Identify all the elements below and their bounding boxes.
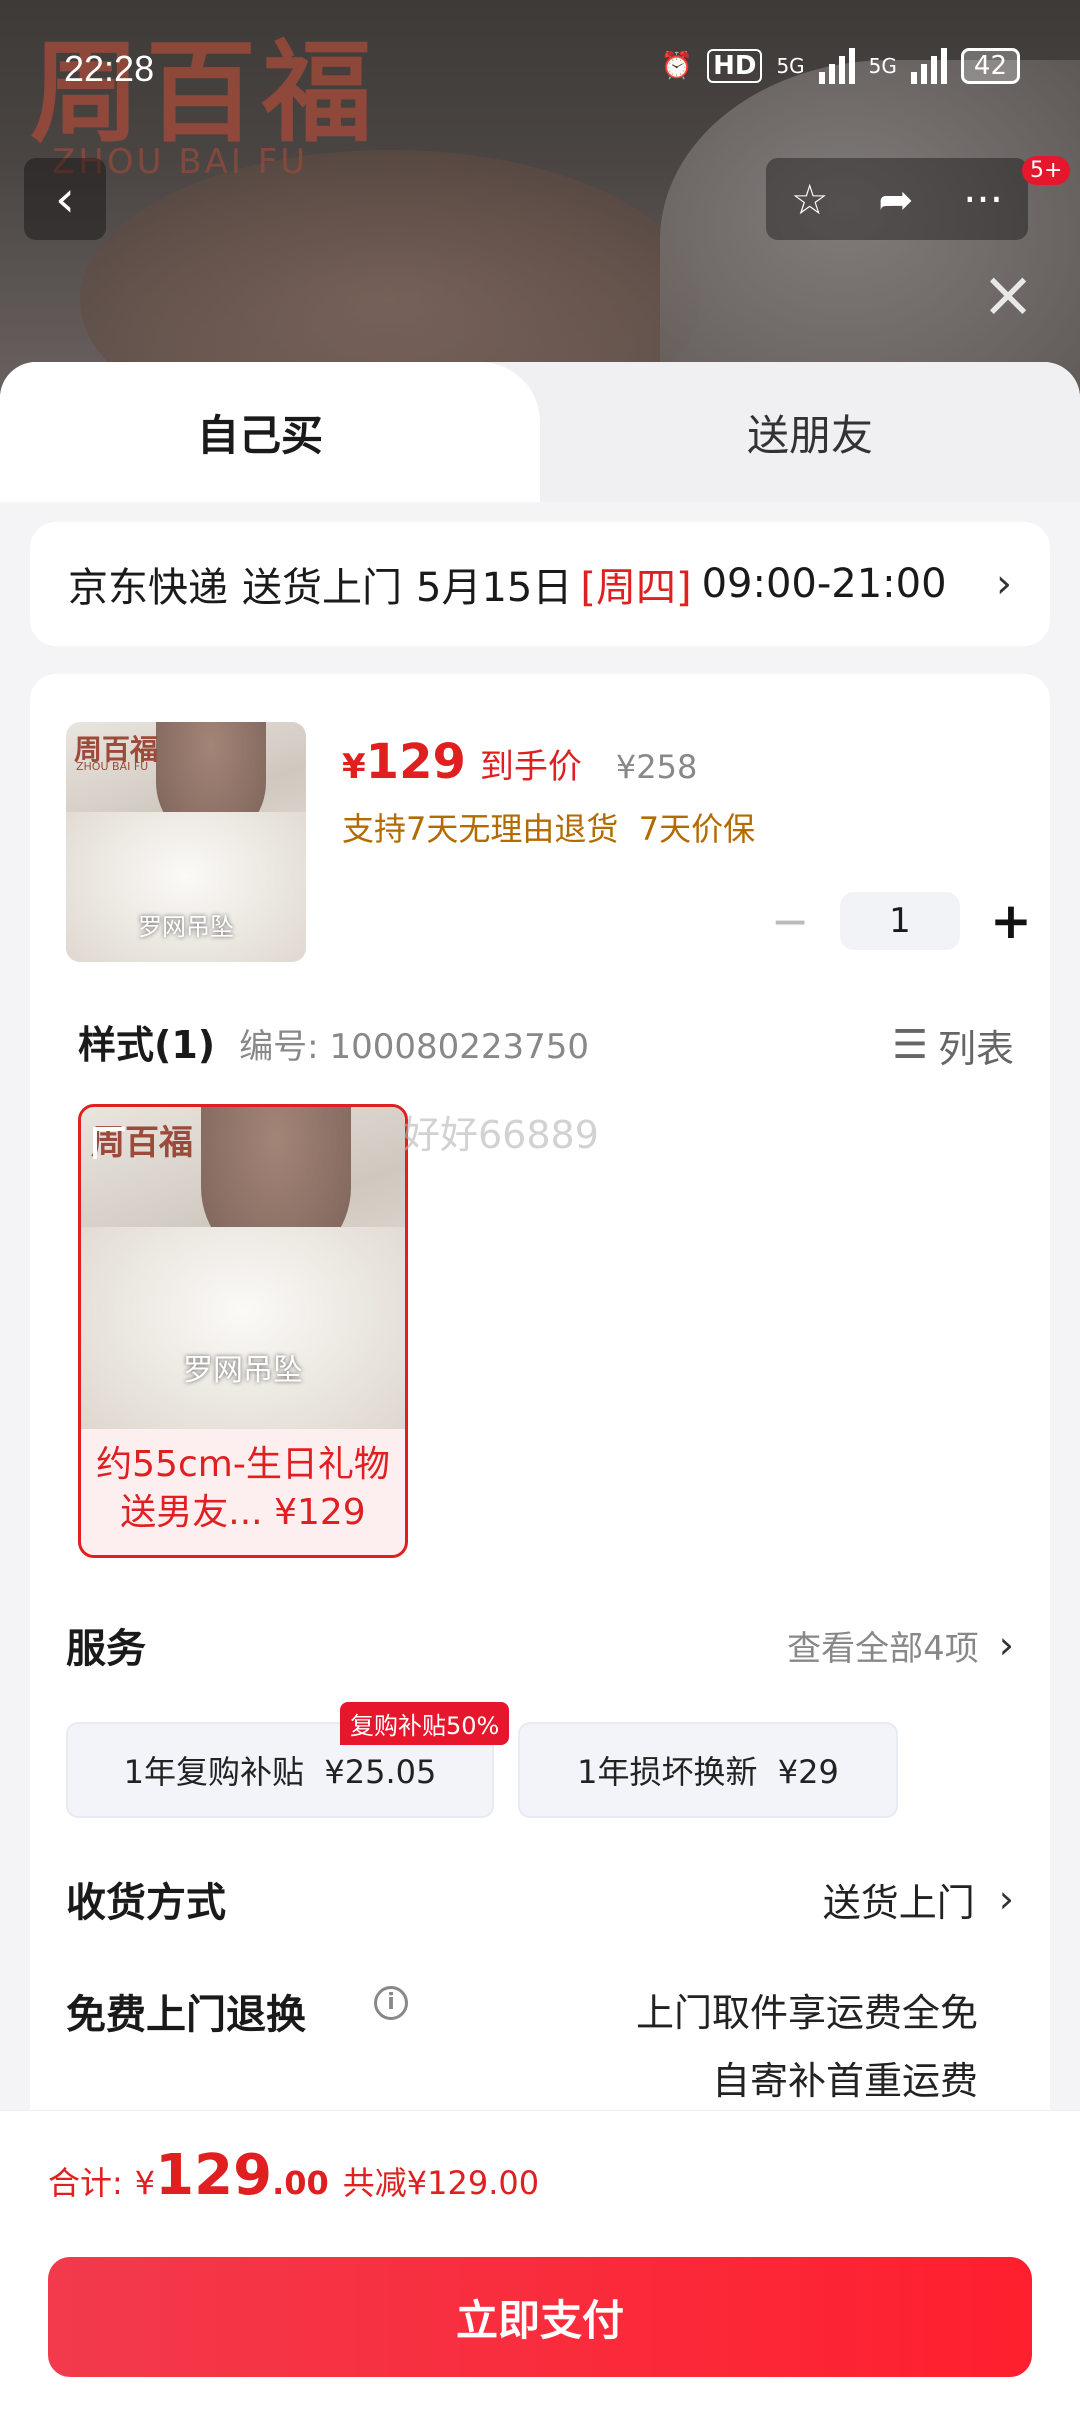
status-icons: ⏰ HD 5G 5G 42 [661,48,1020,84]
chevron-right-icon: › [996,561,1012,607]
signal-icon-2 [910,48,947,84]
delivery-window: 09:00-21:00 [701,561,947,607]
total-cents: .00 [272,2164,329,2202]
product-code: 编号: 100080223750 [239,1027,590,1067]
quantity-stepper: − 1 + [770,892,1032,950]
shipping-method-row[interactable]: 收货方式 送货上门 › [66,1870,1014,1928]
tab-gift-friend[interactable]: 送朋友 [540,362,1080,502]
shipping-value: 送货上门 [822,1880,975,1925]
thumb-caption: 罗网吊坠 [138,913,234,941]
free-return-title: 免费上门退换 [66,1992,306,2038]
price-tag: 到手价 [479,747,582,787]
shipping-title: 收货方式 [66,1880,226,1926]
services-header[interactable]: 服务 查看全部4项 › [66,1616,1014,1674]
quantity-field[interactable]: 1 [840,892,960,950]
total-summary: 合计: ¥ 129 .00 共减¥129.00 [48,2143,539,2208]
back-button[interactable]: ‹ [24,158,106,240]
product-thumbnail[interactable]: 周百福 ZHOU BAI FU 罗网吊坠 [66,722,306,962]
variant-jacket-shape [81,1227,405,1429]
chevron-right-icon: › [998,1877,1014,1921]
watermark-text: 好好66889 [402,1113,599,1157]
variant-label: 约55cm-生日礼物 送男友... ¥129 [81,1429,405,1537]
share-icon[interactable]: ➦ [878,175,913,224]
services-view-all: 查看全部4项 [787,1628,979,1669]
price-original: ¥258 [615,748,698,786]
variant-image: 周百福 罗网吊坠 [81,1107,405,1429]
delivery-row[interactable]: 京东快递 送货上门 5月15日 [周四] 09:00-21:00 › [30,522,1050,646]
pay-now-button[interactable]: 立即支付 [48,2257,1032,2377]
service-badge: 复购补贴50% [340,1702,510,1745]
checkout-footer: 合计: ¥ 129 .00 共减¥129.00 立即支付 [0,2110,1080,2412]
price-current: ¥129 [342,734,466,790]
return-policy: 支持7天无理由退货 7天价保 [342,810,756,848]
close-icon[interactable]: × [980,263,1036,327]
style-header: 样式(1) 编号: 100080223750 ☰ 列表 [78,1014,1014,1073]
variant-label-line1: 约55cm-生日礼物 [96,1444,390,1485]
message-badge: 5+ [1022,156,1071,185]
variant-caption: 罗网吊坠 [183,1353,303,1388]
list-icon: ☰ [892,1022,928,1068]
price-row: ¥129 到手价 ¥258 [342,734,697,790]
alarm-icon: ⏰ [660,51,694,81]
variant-label-line2: 送男友... ¥129 [120,1492,366,1533]
price-value: 129 [365,734,466,790]
total-label: 合计: [48,2164,123,2202]
status-time: 22:28 [64,48,155,89]
purchase-tabs: 自己买 送朋友 [0,362,1080,502]
list-view-toggle[interactable]: ☰ 列表 [892,1018,1014,1073]
increase-button[interactable]: + [990,892,1032,950]
total-amount: 129 [155,2143,273,2208]
thumb-brand-logo-en: ZHOU BAI FU [76,760,149,773]
battery-icon: 42 [960,48,1020,84]
network-label-1: 5G [776,54,805,78]
price-symbol: ¥ [342,747,366,787]
service-chip-replace[interactable]: 1年损坏换新 ¥29 [518,1722,898,1818]
delivery-method: 送货上门 [242,565,402,611]
chevron-left-icon: ‹ [55,170,75,228]
delivery-carrier: 京东快递 [68,565,228,611]
network-label-2: 5G [868,54,897,78]
tab-buy-self[interactable]: 自己买 [0,362,540,502]
total-discount: 共减¥129.00 [342,2164,540,2202]
signal-icon-1 [818,48,855,84]
decrease-button[interactable]: − [770,894,810,948]
free-return-line2: 自寄补首重运费 [711,2059,978,2103]
list-label: 列表 [937,1026,1014,1071]
chevron-right-icon: › [998,1623,1014,1667]
free-return-line1: 上门取件享运费全免 [635,1991,978,2035]
variant-option-selected[interactable]: 周百福 罗网吊坠 约55cm-生日礼物 送男友... ¥129 [78,1104,408,1558]
delivery-weekday: [周四] [580,565,692,611]
hd-icon: HD [707,49,763,83]
services-title: 服务 [66,1626,146,1672]
more-icon[interactable]: ··· [963,175,1003,224]
total-currency: ¥ [134,2164,156,2202]
top-action-group: ☆ ➦ ··· [766,158,1028,240]
style-title: 样式(1) [78,1023,216,1067]
favorite-star-icon[interactable]: ☆ [791,175,829,224]
purchase-sheet: 自己买 送朋友 京东快递 送货上门 5月15日 [周四] 09:00-21:00… [0,362,1080,2412]
info-icon[interactable]: i [374,1986,408,2020]
status-bar: 22:28 ⏰ HD 5G 5G 42 [0,0,1080,110]
expand-icon[interactable] [93,1127,125,1159]
delivery-date: 5月15日 [416,565,573,611]
